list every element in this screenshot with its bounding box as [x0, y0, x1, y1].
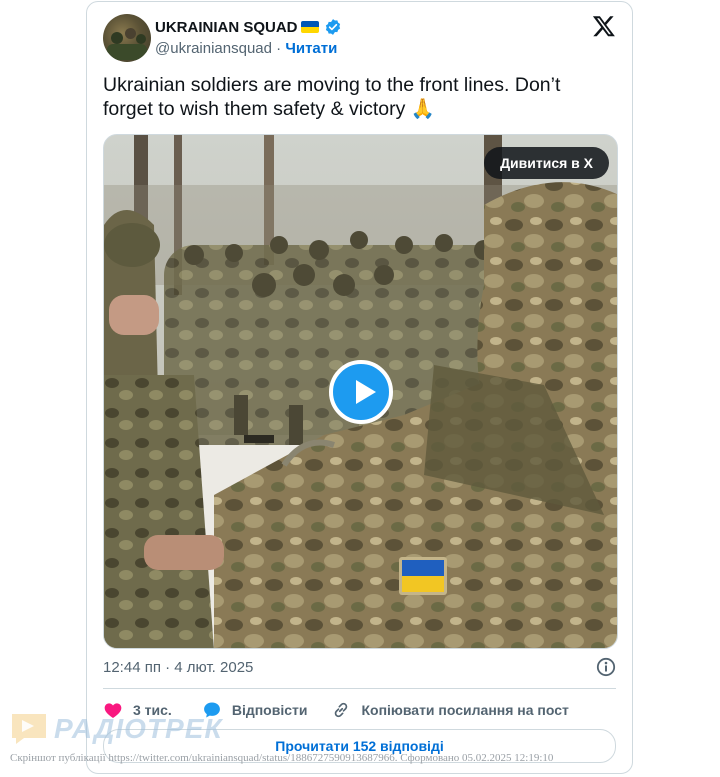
radiotrek-logo-icon — [12, 714, 46, 744]
copy-link-label: Копіювати посилання на пост — [361, 702, 569, 718]
verified-badge-icon — [324, 18, 342, 36]
play-button[interactable] — [329, 360, 393, 424]
watch-on-x-button[interactable]: Дивитися в X — [484, 147, 609, 179]
screenshot-caption: Скріншот публікації https://twitter.com/… — [10, 752, 554, 764]
ukraine-flag-icon — [300, 21, 319, 33]
tweet-text: Ukrainian soldiers are moving to the fro… — [103, 74, 561, 120]
tweet-card: UKRAINIAN SQUAD @ukrainiansquad · Читати… — [86, 1, 633, 774]
account-handle[interactable]: @ukrainiansquad — [155, 40, 272, 57]
avatar[interactable] — [103, 14, 151, 62]
radiotrek-logo-text: РАДІОТРЕК — [54, 713, 223, 744]
info-icon[interactable] — [596, 657, 616, 677]
separator-dot: · — [276, 40, 282, 57]
tweet-timestamp[interactable]: 12:44 пп · 4 лют. 2025 — [103, 659, 253, 676]
handle-row: @ukrainiansquad · Читати — [155, 40, 337, 57]
copy-link-button[interactable]: Копіювати посилання на пост — [331, 700, 569, 720]
reply-label: Відповісти — [231, 702, 308, 718]
divider — [103, 688, 616, 689]
account-name[interactable]: UKRAINIAN SQUAD — [155, 19, 298, 36]
account-name-row[interactable]: UKRAINIAN SQUAD — [155, 18, 342, 36]
x-logo-icon[interactable] — [592, 14, 616, 38]
follow-link[interactable]: Читати — [285, 40, 337, 57]
link-icon — [335, 702, 348, 718]
radiotrek-watermark-logo: РАДІОТРЕК — [10, 712, 223, 746]
video-player[interactable]: Дивитися в X — [103, 134, 618, 649]
